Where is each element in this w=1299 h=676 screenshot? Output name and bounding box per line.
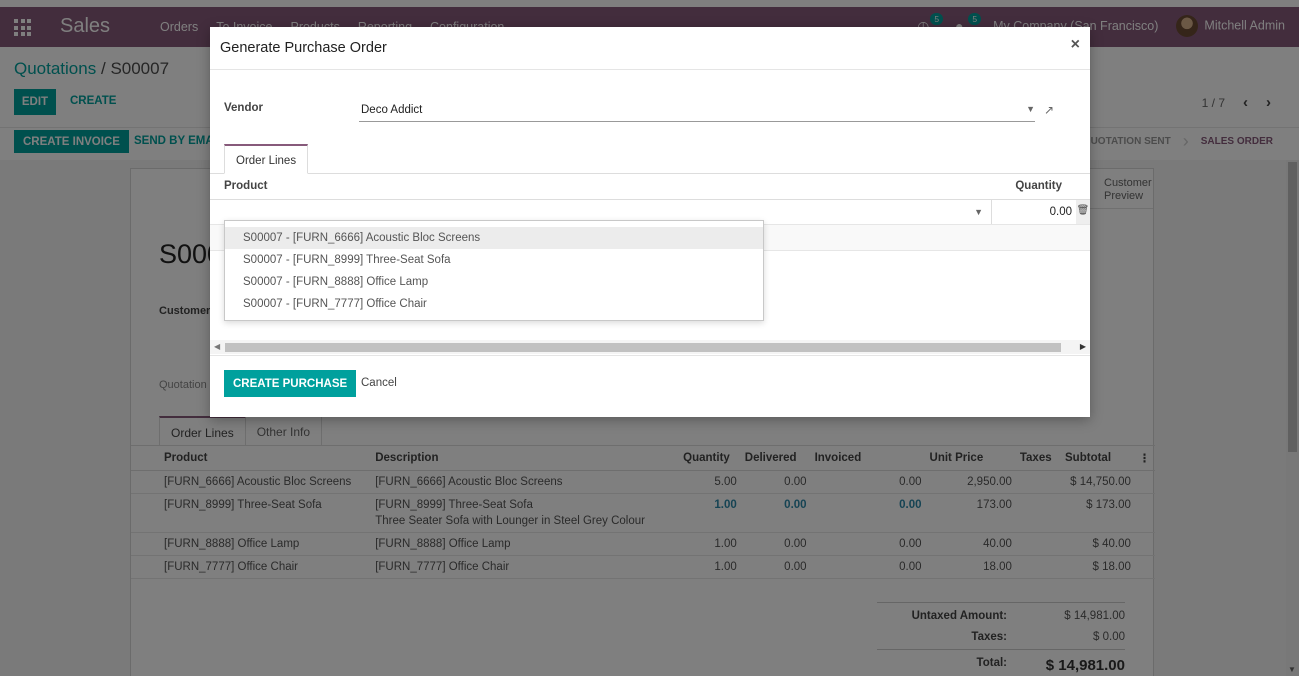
modal-title: Generate Purchase Order bbox=[220, 40, 387, 56]
cancel-button[interactable]: Cancel bbox=[361, 377, 397, 389]
trash-icon[interactable]: 🗑 bbox=[1076, 200, 1090, 224]
dropdown-option[interactable]: S00007 - [FURN_7777] Office Chair bbox=[225, 293, 763, 315]
quantity-value: 0.00 bbox=[1049, 206, 1072, 218]
scroll-left-icon[interactable]: ◀ bbox=[214, 342, 220, 351]
dropdown-option[interactable]: S00007 - [FURN_8999] Three-Seat Sofa bbox=[225, 249, 763, 271]
modal-col-quantity[interactable]: Quantity bbox=[1015, 180, 1062, 192]
scroll-right-icon[interactable]: ▶ bbox=[1080, 342, 1086, 351]
quantity-input[interactable]: 0.00 bbox=[992, 200, 1076, 224]
modal-tabs: Order Lines bbox=[224, 144, 309, 174]
horizontal-scrollbar[interactable]: ◀ ▶ bbox=[210, 340, 1090, 354]
horizontal-scrollbar-thumb[interactable] bbox=[225, 343, 1061, 352]
modal-lines-header: Product Quantity bbox=[210, 174, 1090, 200]
vendor-value: Deco Addict bbox=[361, 104, 423, 116]
product-autocomplete-dropdown: S00007 - [FURN_6666] Acoustic Bloc Scree… bbox=[224, 220, 764, 321]
vendor-dropdown-caret-icon[interactable]: ▼ bbox=[1026, 104, 1035, 114]
product-dropdown-caret-icon[interactable]: ▼ bbox=[974, 207, 983, 217]
modal-col-product[interactable]: Product bbox=[224, 180, 267, 192]
close-icon[interactable]: × bbox=[1071, 36, 1080, 54]
dropdown-option[interactable]: S00007 - [FURN_6666] Acoustic Bloc Scree… bbox=[225, 227, 763, 249]
modal-tab-order-lines[interactable]: Order Lines bbox=[224, 144, 309, 174]
modal-header: Generate Purchase Order × bbox=[210, 27, 1090, 70]
external-link-icon[interactable]: ↗ bbox=[1044, 103, 1054, 117]
vendor-field[interactable]: Deco Addict ▼ bbox=[359, 100, 1035, 122]
dropdown-option[interactable]: S00007 - [FURN_8888] Office Lamp bbox=[225, 271, 763, 293]
create-purchase-button[interactable]: CREATE PURCHASE bbox=[224, 370, 357, 397]
vendor-label: Vendor bbox=[224, 102, 263, 114]
modal-footer: CREATE PURCHASE Cancel bbox=[210, 355, 1090, 417]
